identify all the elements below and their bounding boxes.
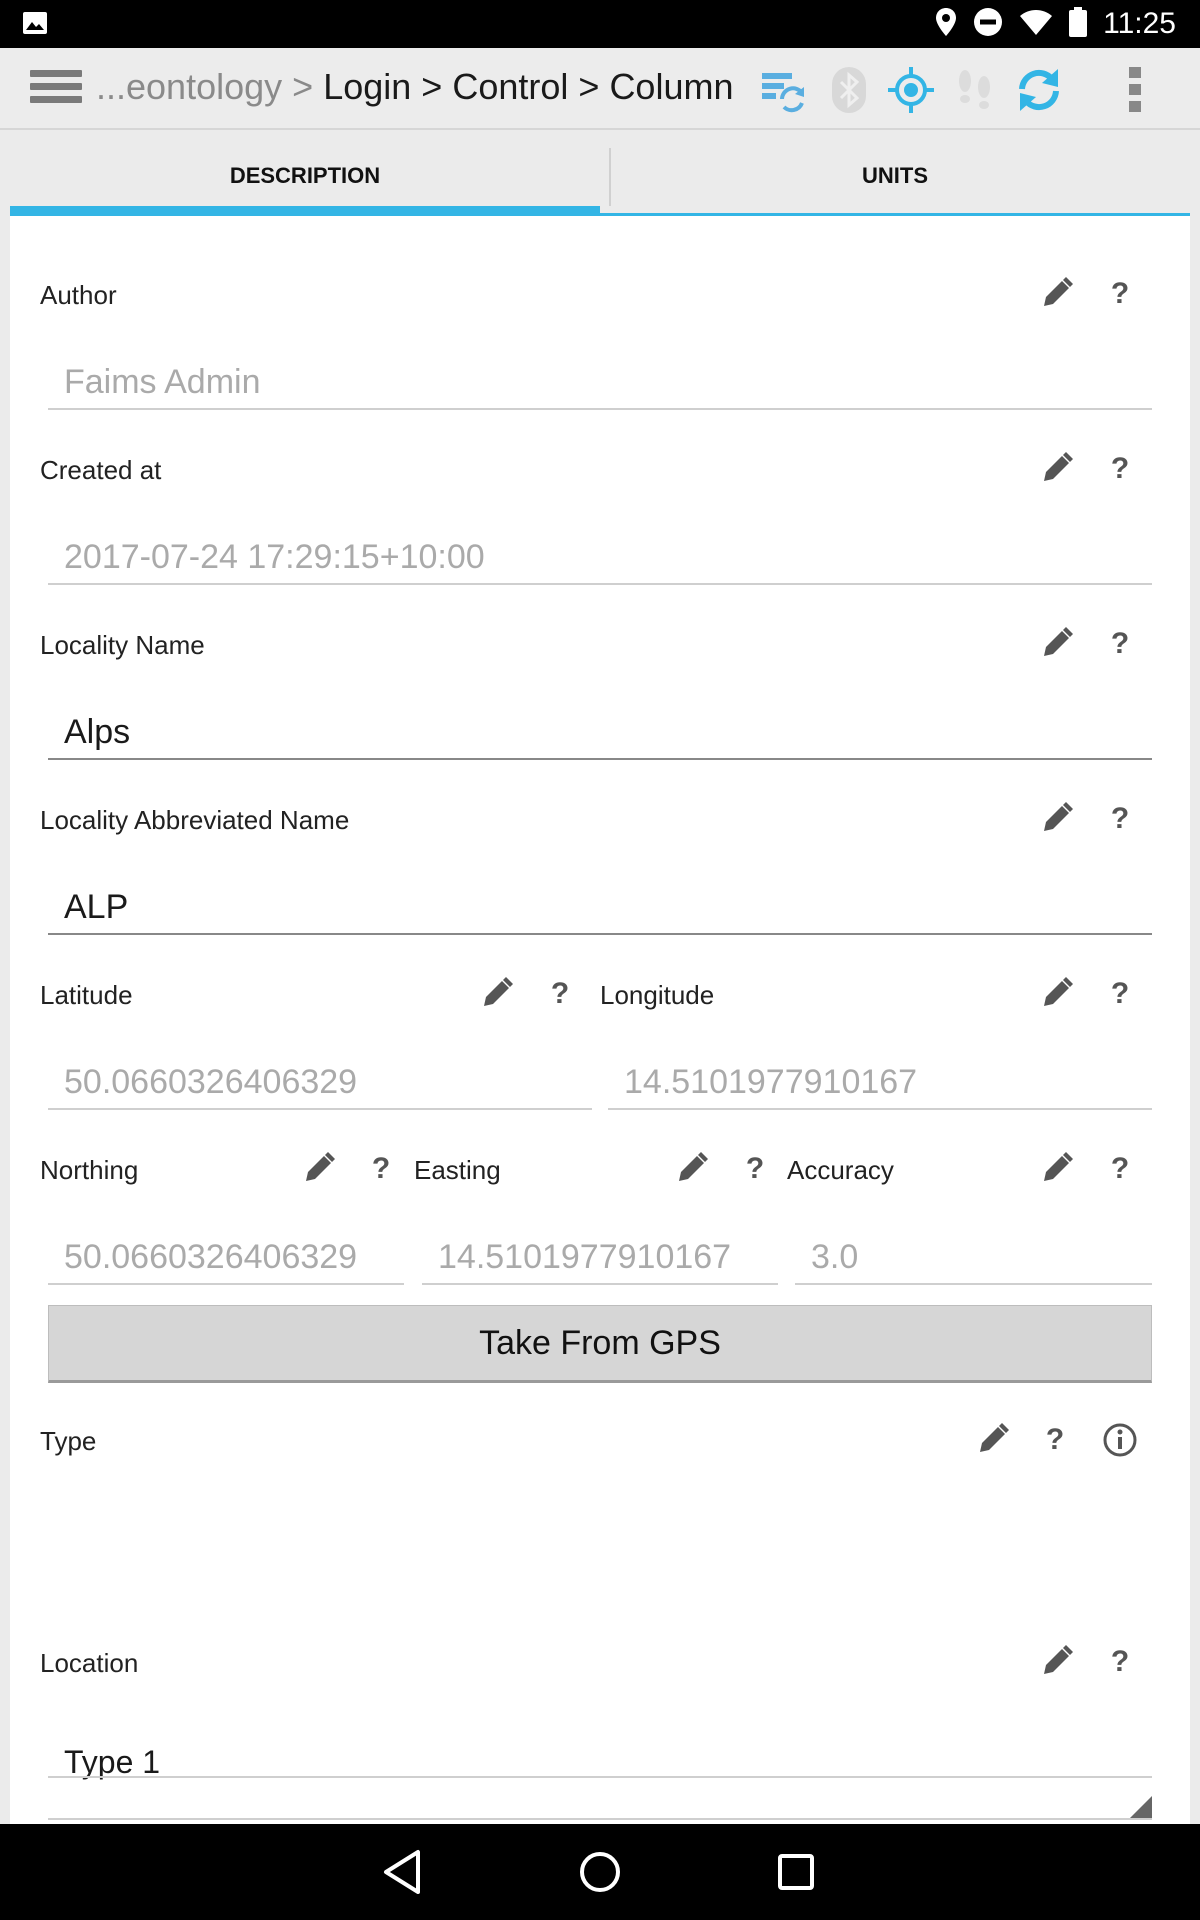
latitude-field[interactable]: 50.0660326406329	[48, 1054, 592, 1110]
breadcrumb-item-login[interactable]: Login	[323, 66, 411, 107]
longitude-help-icon[interactable]: ?	[1105, 976, 1135, 1012]
location-pin-icon	[935, 7, 957, 42]
breadcrumb-truncated-prefix[interactable]: ...eontology	[96, 66, 282, 107]
easting-edit-pencil-icon[interactable]	[675, 1151, 709, 1185]
dropdown-triangle-icon	[1130, 1796, 1152, 1818]
location-help-icon[interactable]: ?	[1105, 1644, 1135, 1680]
northing-edit-pencil-icon[interactable]	[302, 1151, 336, 1185]
battery-icon	[1069, 6, 1088, 42]
locality-name-edit-pencil-icon[interactable]	[1040, 626, 1074, 660]
locality-abbrev-edit-pencil-icon[interactable]	[1040, 801, 1074, 835]
locality-abbrev-field[interactable]: ALP	[48, 879, 1152, 935]
author-help-icon[interactable]: ?	[1105, 276, 1135, 312]
form-panel: Author ? Faims Admin Created at ? 2017-0…	[10, 216, 1190, 1824]
created-at-field[interactable]: 2017-07-24 17:29:15+10:00	[48, 529, 1152, 585]
home-icon[interactable]	[574, 1846, 626, 1898]
type-help-icon[interactable]: ?	[1040, 1422, 1070, 1458]
bluetooth-icon[interactable]	[826, 67, 872, 113]
breadcrumb-item-column: Column	[609, 66, 734, 107]
tab-units[interactable]: UNITS	[600, 136, 1190, 216]
created-at-label: Created at	[40, 455, 162, 485]
overflow-menu-icon[interactable]	[1112, 67, 1158, 113]
locality-name-label: Locality Name	[40, 630, 205, 660]
accuracy-edit-pencil-icon[interactable]	[1040, 1151, 1074, 1185]
author-label: Author	[40, 280, 117, 310]
breadcrumb-item-control[interactable]: Control	[452, 66, 568, 107]
northing-field[interactable]: 50.0660326406329	[48, 1229, 404, 1285]
easting-help-icon[interactable]: ?	[740, 1151, 770, 1187]
tab-description[interactable]: DESCRIPTION	[10, 136, 600, 216]
latitude-edit-pencil-icon[interactable]	[480, 976, 514, 1010]
refresh-icon[interactable]	[1016, 67, 1062, 113]
breadcrumb-separator: >	[578, 66, 610, 107]
northing-help-icon[interactable]: ?	[366, 1151, 396, 1187]
location-edit-pencil-icon[interactable]	[1040, 1644, 1074, 1678]
type-info-icon[interactable]	[1102, 1422, 1138, 1458]
type-label: Type	[40, 1426, 97, 1456]
location-label: Location	[40, 1648, 139, 1678]
breadcrumb-separator: >	[421, 66, 453, 107]
breadcrumb-separator: >	[292, 66, 324, 107]
accuracy-field[interactable]: 3.0	[795, 1229, 1152, 1285]
easting-label: Easting	[414, 1155, 501, 1185]
wifi-icon	[1019, 8, 1053, 41]
take-from-gps-button[interactable]: Take From GPS	[48, 1305, 1152, 1383]
tab-divider	[609, 148, 611, 206]
accuracy-help-icon[interactable]: ?	[1105, 1151, 1135, 1187]
navigation-bar	[0, 1824, 1200, 1920]
locality-name-field[interactable]: Alps	[48, 704, 1152, 760]
longitude-label: Longitude	[600, 980, 715, 1010]
sync-list-icon[interactable]	[760, 67, 806, 113]
author-field[interactable]: Faims Admin	[48, 354, 1152, 410]
created-at-edit-pencil-icon[interactable]	[1040, 451, 1074, 485]
locality-abbrev-label: Locality Abbreviated Name	[40, 805, 350, 835]
recents-icon[interactable]	[770, 1846, 822, 1898]
type-edit-pencil-icon[interactable]	[976, 1422, 1010, 1456]
gps-target-icon[interactable]	[888, 67, 934, 113]
status-time: 11:25	[1103, 7, 1176, 40]
breadcrumb: ...eontology > Login > Control > Column	[96, 66, 734, 108]
latitude-help-icon[interactable]: ?	[545, 976, 575, 1012]
northing-label: Northing	[40, 1155, 139, 1185]
back-icon[interactable]	[378, 1846, 430, 1898]
locality-name-help-icon[interactable]: ?	[1105, 626, 1135, 662]
created-at-help-icon[interactable]: ?	[1105, 451, 1135, 487]
longitude-edit-pencil-icon[interactable]	[1040, 976, 1074, 1010]
locality-abbrev-help-icon[interactable]: ?	[1105, 801, 1135, 837]
status-bar: 11:25	[0, 0, 1200, 48]
author-edit-pencil-icon[interactable]	[1040, 276, 1074, 310]
action-bar: ...eontology > Login > Control > Column	[0, 48, 1200, 130]
image-notification-icon	[22, 11, 48, 40]
accuracy-label: Accuracy	[787, 1155, 894, 1185]
do-not-disturb-icon	[973, 7, 1003, 42]
footsteps-icon[interactable]	[952, 67, 998, 113]
longitude-field[interactable]: 14.5101977910167	[608, 1054, 1152, 1110]
tab-bar: DESCRIPTION UNITS	[10, 136, 1190, 216]
location-field[interactable]	[48, 1736, 1152, 1778]
easting-field[interactable]: 14.5101977910167	[422, 1229, 778, 1285]
latitude-label: Latitude	[40, 980, 133, 1010]
menu-icon[interactable]	[30, 70, 82, 110]
